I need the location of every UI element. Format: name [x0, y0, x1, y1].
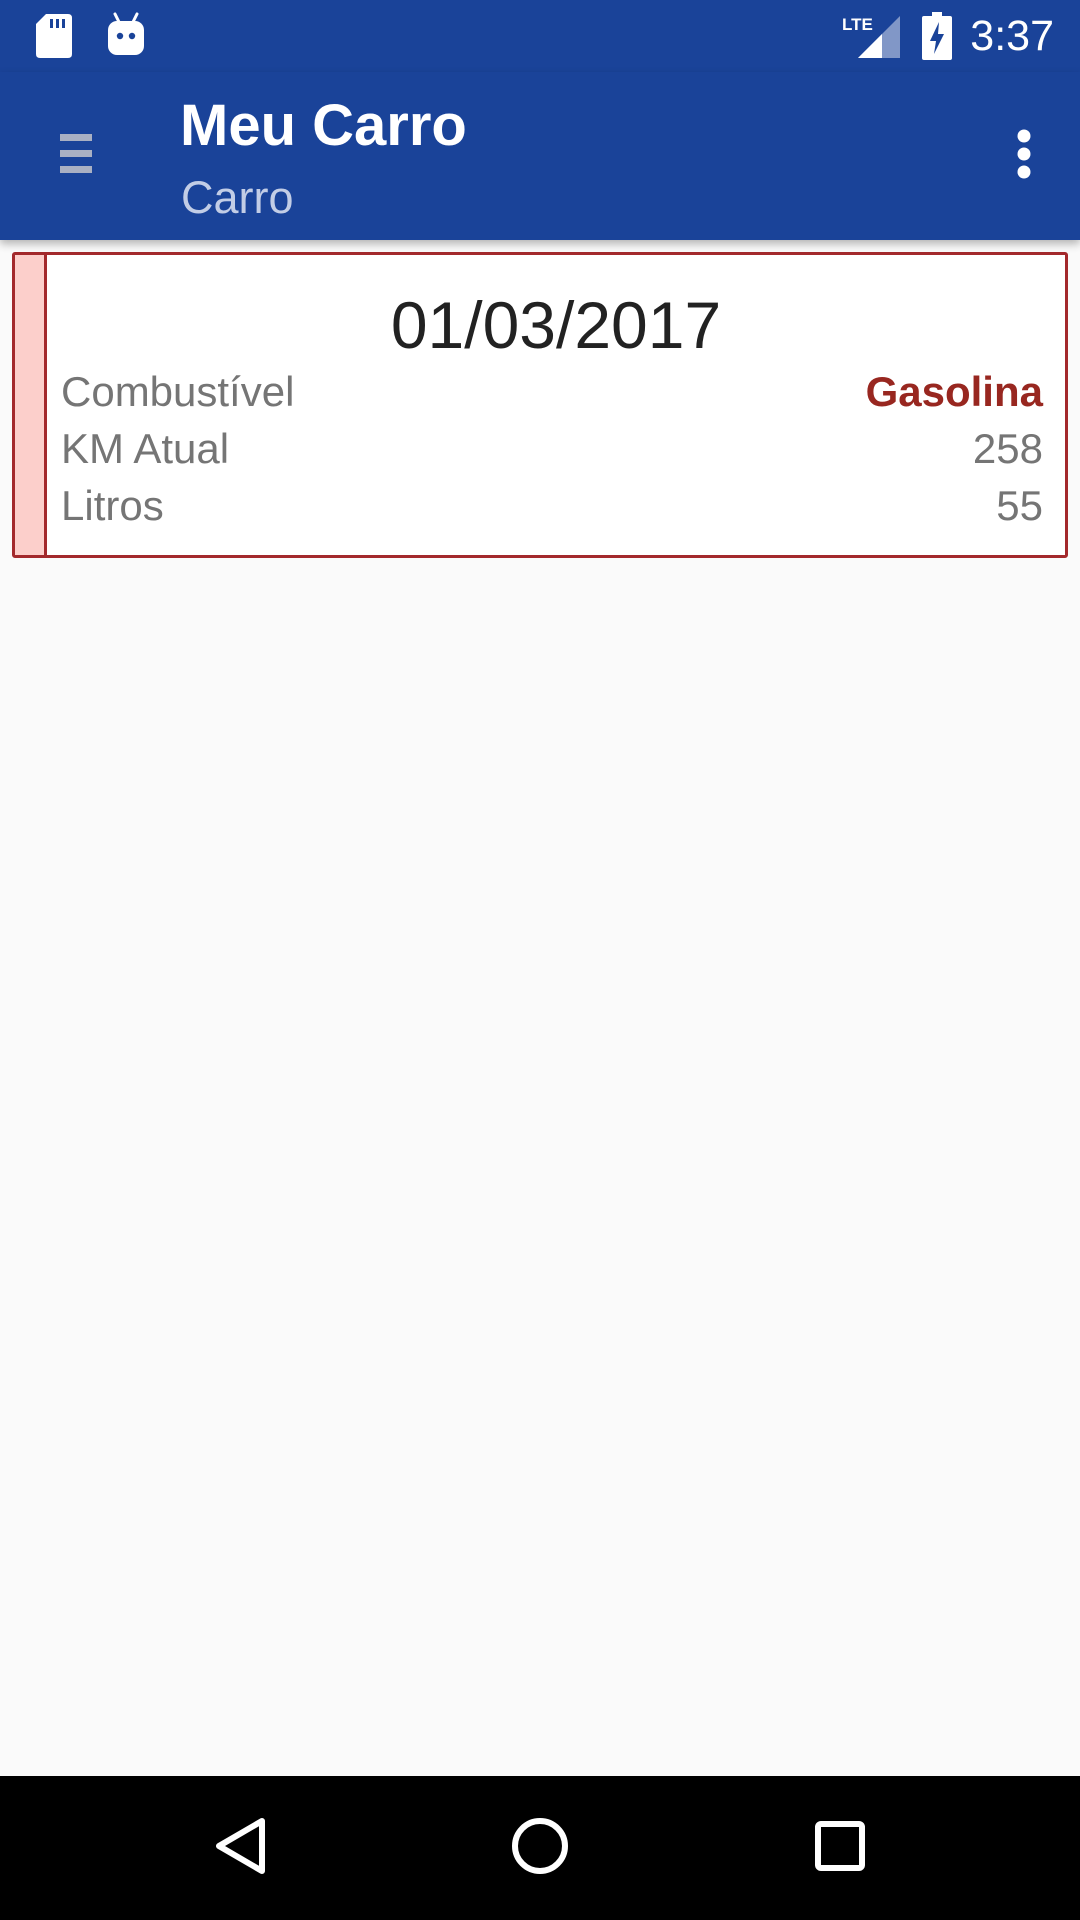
- card-accent-stripe: [15, 255, 47, 555]
- status-bar: LTE 3:37: [0, 0, 1080, 72]
- km-row: KM Atual 258: [61, 424, 1043, 474]
- fuel-record-card[interactable]: 01/03/2017 Combustível Gasolina KM Atual…: [12, 252, 1068, 558]
- home-button[interactable]: [490, 1798, 590, 1898]
- svg-text:LTE: LTE: [842, 15, 873, 34]
- lte-signal-icon: LTE: [842, 12, 900, 63]
- menu-icon: [60, 132, 92, 181]
- back-button[interactable]: [190, 1798, 290, 1898]
- fuel-value: Gasolina: [865, 368, 1043, 415]
- app-subtitle: Carro: [181, 172, 294, 223]
- back-icon: [212, 1816, 268, 1881]
- battery-charging-icon: [922, 12, 952, 65]
- km-value: 258: [972, 425, 1043, 472]
- menu-button[interactable]: [44, 116, 108, 196]
- liters-row: Litros 55: [61, 481, 1043, 531]
- sd-card-icon: [36, 14, 72, 63]
- km-label: KM Atual: [61, 425, 230, 472]
- fuel-row: Combustível Gasolina: [61, 367, 1043, 417]
- status-time: 3:37: [970, 12, 1054, 60]
- app-title: Meu Carro: [180, 93, 467, 158]
- liters-value: 55: [996, 482, 1043, 529]
- liters-label: Litros: [61, 482, 164, 529]
- app-bar: Meu Carro Carro: [0, 72, 1080, 240]
- recents-icon: [814, 1820, 866, 1877]
- overflow-menu-button[interactable]: [984, 112, 1064, 200]
- overflow-menu-icon: [1016, 129, 1032, 184]
- navigation-bar: [0, 1776, 1080, 1920]
- home-icon: [510, 1816, 570, 1881]
- fuel-label: Combustível: [61, 368, 295, 415]
- records-list: 01/03/2017 Combustível Gasolina KM Atual…: [0, 240, 1080, 1776]
- android-debug-icon: [106, 12, 146, 61]
- record-date: 01/03/2017: [390, 288, 722, 362]
- recents-button[interactable]: [790, 1798, 890, 1898]
